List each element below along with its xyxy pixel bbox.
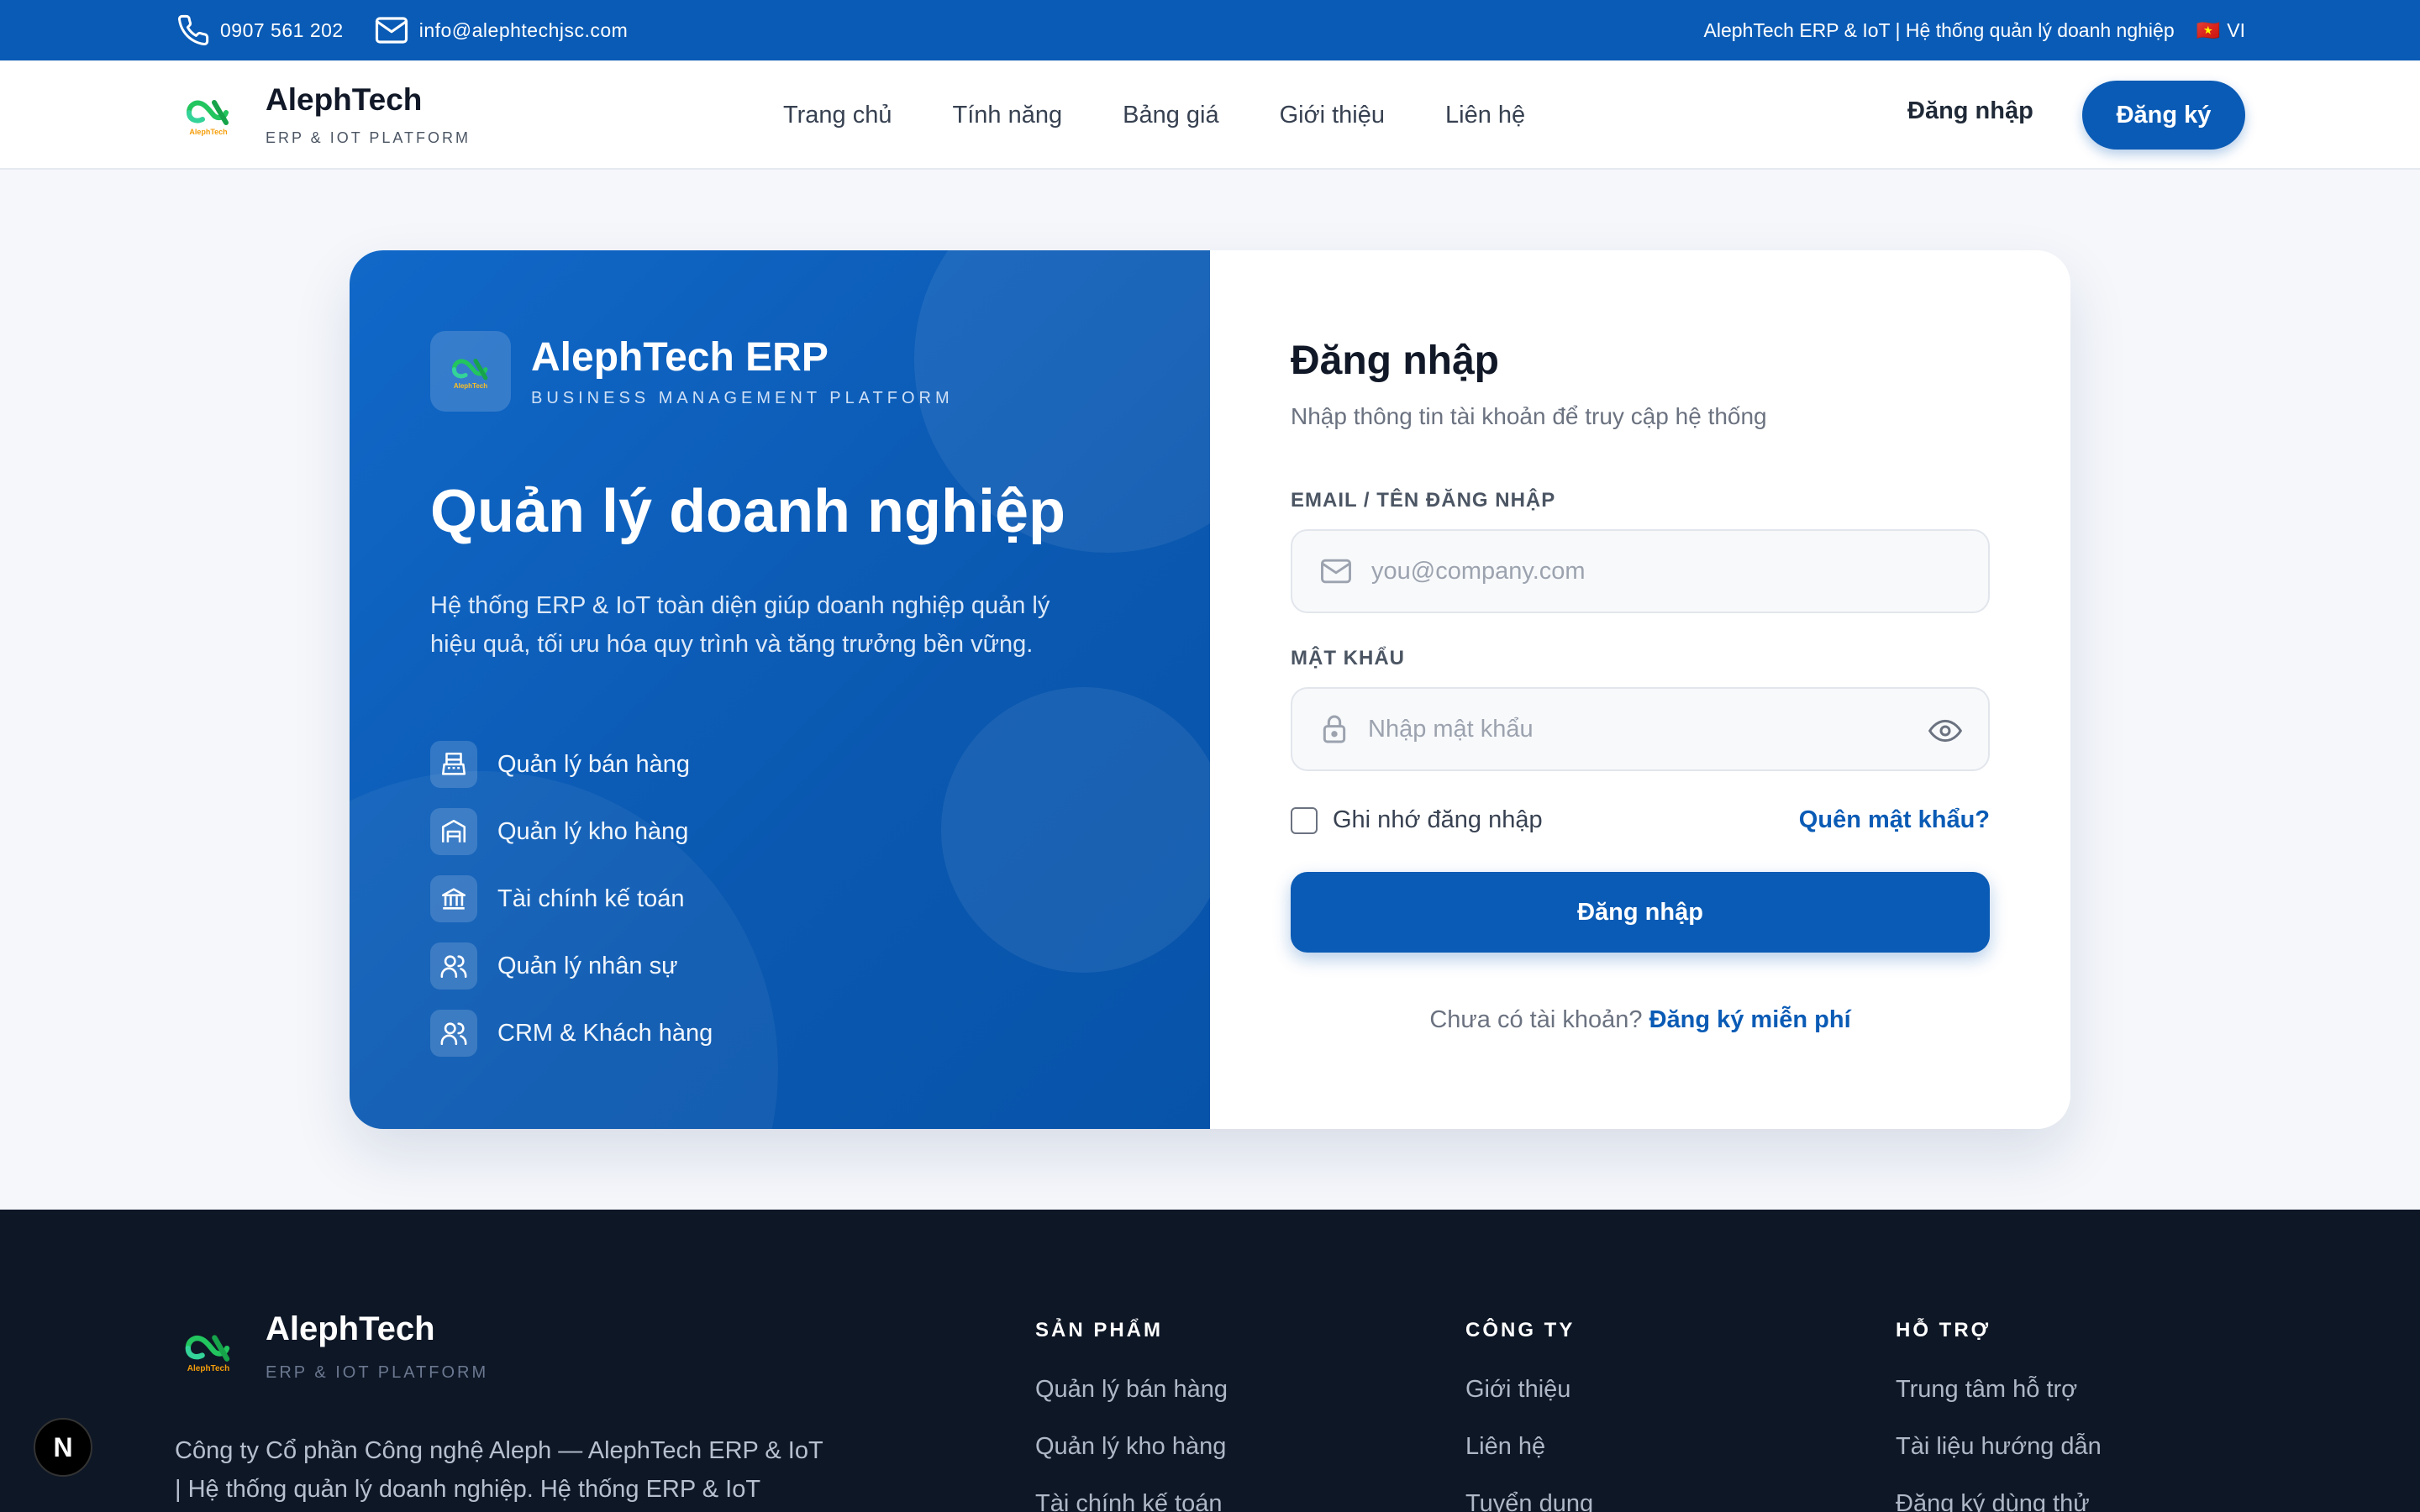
email-input[interactable]	[1371, 531, 1988, 612]
promo-panel: AlephTech AlephTech ERP BUSINESS MANAGEM…	[350, 250, 1210, 1129]
footer-link[interactable]: Liên hệ	[1465, 1433, 1593, 1490]
no-account-text: Chưa có tài khoản?	[1429, 1006, 1643, 1033]
promo-brand: AlephTech AlephTech ERP BUSINESS MANAGEM…	[430, 331, 954, 412]
nav-features[interactable]: Tính năng	[953, 102, 1063, 129]
phone-contact[interactable]: 0907 561 202	[176, 13, 344, 47]
logo-icon: AlephTech	[430, 331, 511, 412]
footer-link[interactable]: Giới thiệu	[1465, 1376, 1593, 1433]
site-footer: AlephTech AlephTech ERP & IOT PLATFORM C…	[0, 1210, 2420, 1512]
brand-name: AlephTech	[266, 82, 423, 117]
feature-item: Tài chính kế toán	[430, 865, 713, 932]
promo-description: Hệ thống ERP & IoT toàn diện giúp doanh …	[430, 592, 1050, 658]
decor-circle	[941, 687, 1210, 973]
users-icon	[430, 1010, 477, 1057]
feature-list: Quản lý bán hàng Quản lý kho hàng Tài ch…	[430, 731, 713, 1067]
remember-me[interactable]: Ghi nhớ đăng nhập	[1291, 806, 1543, 834]
logo-caption: AlephTech	[187, 1363, 230, 1373]
feature-item: Quản lý bán hàng	[430, 731, 713, 798]
main-nav: Trang chủ Tính năng Bảng giá Giới thiệu …	[783, 60, 1525, 170]
footer-link[interactable]: Tài chính kế toán	[1035, 1490, 1228, 1512]
login-submit-button[interactable]: Đăng nhập	[1291, 872, 1990, 953]
footer-link[interactable]: Quản lý bán hàng	[1035, 1376, 1228, 1433]
header-brand[interactable]: AlephTech AlephTech ERP & IOT PLATFORM	[176, 82, 471, 147]
nav-home[interactable]: Trang chủ	[783, 102, 892, 129]
footer-link[interactable]: Tài liệu hướng dẫn	[1896, 1433, 2102, 1490]
language-switcher[interactable]: 🇻🇳 VI	[2196, 19, 2245, 42]
topbar-tagline: AlephTech ERP & IoT | Hệ thống quản lý d…	[1703, 18, 2175, 41]
feature-item: Quản lý kho hàng	[430, 798, 713, 865]
feature-label: Quản lý kho hàng	[497, 817, 689, 845]
phone-number: 0907 561 202	[220, 18, 344, 41]
footer-column-support: HỖ TRỢ Trung tâm hỗ trợ Tài liệu hướng d…	[1896, 1319, 2102, 1512]
login-title: Đăng nhập	[1291, 339, 1499, 383]
footer-column-title: SẢN PHẨM	[1035, 1319, 1164, 1341]
feature-label: Quản lý bán hàng	[497, 750, 690, 778]
password-field[interactable]	[1291, 687, 1990, 771]
logo-caption: AlephTech	[453, 381, 488, 390]
email-label: EMAIL / TÊN ĐĂNG NHẬP	[1291, 489, 1556, 512]
remember-checkbox[interactable]	[1291, 806, 1318, 834]
nav-contact[interactable]: Liên hệ	[1445, 102, 1525, 129]
footer-brand[interactable]: AlephTech AlephTech ERP & IOT PLATFORM	[176, 1310, 488, 1383]
password-input[interactable]	[1368, 689, 1988, 769]
forgot-password-link[interactable]: Quên mật khẩu?	[1799, 806, 1990, 834]
footer-description: Công ty Cổ phần Công nghệ Aleph — AlephT…	[175, 1437, 823, 1503]
footer-brand-name: AlephTech	[266, 1310, 435, 1347]
logo-caption: AlephTech	[189, 127, 228, 136]
feature-item: Quản lý nhân sự	[430, 932, 713, 1000]
remember-label: Ghi nhớ đăng nhập	[1333, 806, 1543, 833]
users-icon	[430, 942, 477, 990]
footer-link[interactable]: Quản lý kho hàng	[1035, 1433, 1228, 1490]
logo-icon: AlephTech	[176, 1319, 240, 1383]
flag-icon: 🇻🇳	[2196, 18, 2221, 41]
login-card: AlephTech AlephTech ERP BUSINESS MANAGEM…	[350, 250, 2070, 1129]
footer-link[interactable]: Trung tâm hỗ trợ	[1896, 1376, 2102, 1433]
footer-column-products: SẢN PHẨM Quản lý bán hàng Quản lý kho hà…	[1035, 1319, 1228, 1512]
dev-tools-badge[interactable]: N	[34, 1418, 92, 1477]
email-contact[interactable]: info@alephtechjsc.com	[374, 13, 629, 48]
signup-free-link[interactable]: Đăng ký miễn phí	[1649, 1006, 1851, 1033]
footer-column-title: CÔNG TY	[1465, 1319, 1576, 1341]
warehouse-icon	[430, 808, 477, 855]
nav-pricing[interactable]: Bảng giá	[1123, 102, 1219, 129]
footer-link[interactable]: Tuyển dụng	[1465, 1490, 1593, 1512]
feature-item: CRM & Khách hàng	[430, 1000, 713, 1067]
main-header: AlephTech AlephTech ERP & IOT PLATFORM T…	[0, 60, 2420, 170]
feature-label: CRM & Khách hàng	[497, 1019, 713, 1047]
mail-icon	[1321, 559, 1351, 584]
footer-column-company: CÔNG TY Giới thiệu Liên hệ Tuyển dụng	[1465, 1319, 1593, 1512]
nav-about[interactable]: Giới thiệu	[1280, 102, 1385, 129]
phone-icon	[178, 14, 209, 45]
logo-icon: AlephTech	[176, 83, 240, 147]
brand-tagline: ERP & IOT PLATFORM	[266, 129, 471, 146]
footer-link[interactable]: Đăng ký dùng thử	[1896, 1490, 2102, 1512]
cash-register-icon	[430, 741, 477, 788]
promo-brand-name: AlephTech ERP	[531, 335, 829, 380]
feature-label: Tài chính kế toán	[497, 885, 685, 912]
header-login-link[interactable]: Đăng nhập	[1907, 97, 2033, 125]
language-code: VI	[2227, 18, 2245, 41]
signup-prompt: Chưa có tài khoản? Đăng ký miễn phí	[1210, 1006, 2070, 1034]
promo-brand-sub: BUSINESS MANAGEMENT PLATFORM	[531, 389, 954, 407]
login-form-panel: Đăng nhập Nhập thông tin tài khoản để tr…	[1210, 250, 2070, 1129]
login-subtitle: Nhập thông tin tài khoản để truy cập hệ …	[1291, 403, 1767, 429]
header-signup-button[interactable]: Đăng ký	[2082, 81, 2245, 150]
eye-icon[interactable]	[1926, 714, 1965, 748]
footer-brand-sub: ERP & IOT PLATFORM	[266, 1363, 489, 1382]
promo-title: Quản lý doanh nghiệp	[430, 478, 1065, 545]
feature-label: Quản lý nhân sự	[497, 952, 678, 979]
email-address: info@alephtechjsc.com	[418, 18, 629, 41]
mail-icon	[375, 17, 408, 44]
bank-icon	[430, 875, 477, 922]
email-field[interactable]	[1291, 529, 1990, 613]
password-label: MẬT KHẨU	[1291, 647, 1405, 669]
footer-column-title: HỖ TRỢ	[1896, 1319, 1991, 1341]
lock-icon	[1323, 715, 1346, 743]
top-contact-bar: 0907 561 202 info@alephtechjsc.com Aleph…	[0, 0, 2420, 60]
